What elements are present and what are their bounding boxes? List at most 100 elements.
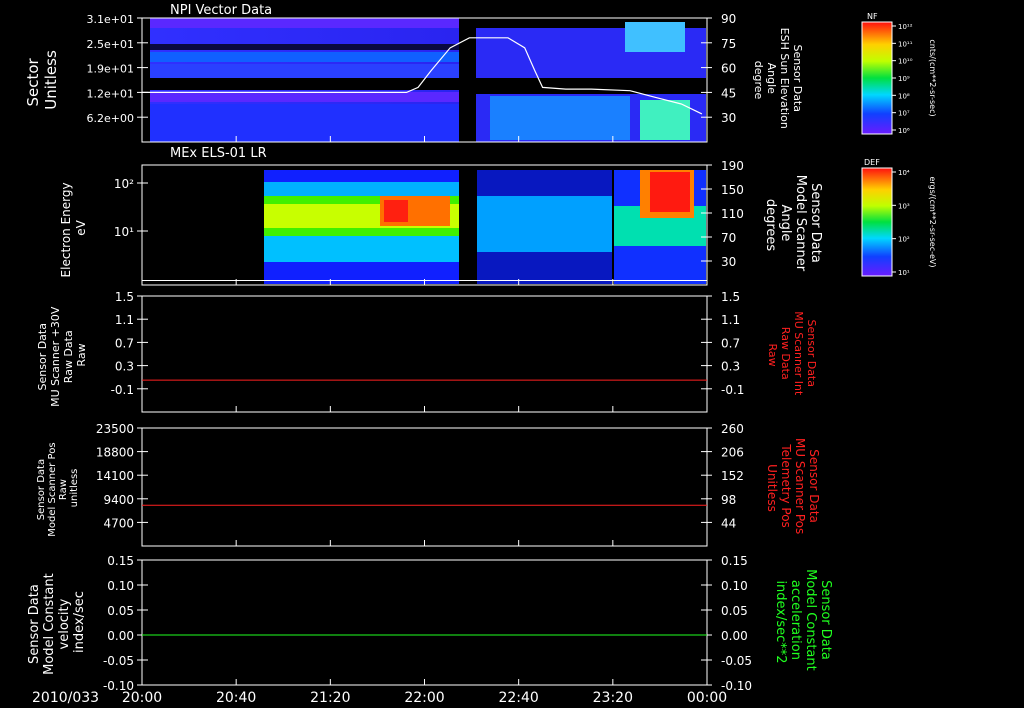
npi-band-mid — [150, 52, 459, 62]
mu-int-y2-tick-label: -0.1 — [721, 383, 744, 397]
npi-green-spot — [640, 100, 690, 140]
npi-spectrogram — [150, 18, 706, 142]
npi-colorbar-ticks: 10¹² 10¹¹ 10¹⁰ 10⁹ 10⁸ 10⁷ 10⁶ — [892, 23, 913, 135]
npi-dark-band — [150, 44, 459, 50]
npi-y-tick-label: 1.9e+01 — [87, 63, 134, 76]
els-ylabel-2: eV — [74, 219, 88, 235]
mu-int-y2-tick-label: 1.5 — [721, 290, 740, 304]
svg-text:Sensor Data ESH Sun Elev: Sensor Data ESH Sun Elevation Angle degr… — [752, 28, 804, 133]
mu-int-y2label-1: Sensor Data — [805, 320, 818, 387]
velocity-ylabel-4: index/sec — [72, 591, 87, 653]
scanner-pos-ylabel-2: Model Scanner Pos — [47, 442, 58, 536]
npi-y2-tick-label: 90 — [721, 12, 736, 26]
svg-text:Sensor Data MU Scanner +: Sensor Data MU Scanner +30V Raw Data Raw — [36, 303, 88, 407]
mu-int-y-tick-label: 1.5 — [115, 290, 134, 304]
scanner-pos-y2label-4: Unitless — [765, 464, 779, 512]
els-ylabel-1: Electron Energy — [59, 182, 73, 277]
els-y2label-3: Angle — [778, 204, 793, 241]
npi-gap — [150, 78, 459, 90]
npi-y-tick-label: 3.1e+01 — [87, 13, 134, 26]
npi-colorbar: NF 10¹² 10¹¹ 10¹⁰ 10⁹ 10⁸ 10⁷ 10⁶ cnts/(cm**2-… — [861, 12, 937, 135]
npi-band-bottom — [150, 104, 459, 142]
mu-int-ylabel-2: MU Scanner +30V — [49, 306, 62, 407]
time-tick-label: 21:20 — [310, 690, 350, 706]
npi-y2-ticks: 90 75 60 45 30 — [701, 12, 736, 125]
npi-y2label-3: Angle — [765, 63, 778, 95]
els-red-c — [650, 172, 690, 212]
els-y2-tick-label: 30 — [721, 255, 736, 269]
mu-int-ylabel-3: Raw Data — [62, 330, 75, 383]
scanner-pos-ylabel-1: Sensor Data — [36, 459, 47, 520]
els-panel: MEx ELS-01 LR 10² 10¹ 190 150 110 70 30 Elect… — [59, 146, 823, 286]
npi-colorbar-tick-label: 10⁷ — [898, 110, 910, 118]
els-cyan-b — [477, 196, 612, 252]
time-tick-label: 22:00 — [404, 690, 444, 706]
els-title: MEx ELS-01 LR — [170, 146, 267, 161]
scanner-pos-y-tick-label: 14100 — [96, 469, 134, 483]
time-tick-label: 23:20 — [593, 690, 633, 706]
npi-colorbar-gradient — [861, 21, 893, 135]
scanner-pos-ylabel-4: unitless — [69, 469, 80, 508]
els-cyan-lower — [264, 236, 459, 262]
els-colorbar-units: ergs/(cm**2-sr-sec-eV) — [928, 176, 937, 267]
npi-colorbar-tick-label: 10⁶ — [898, 127, 910, 135]
velocity-y2-tick-label: 0.05 — [721, 604, 748, 618]
els-y-ticks: 10² 10¹ — [114, 177, 148, 239]
els-cyan-a — [264, 182, 459, 198]
els-colorbar-tick-label: 10¹ — [898, 269, 910, 277]
scanner-pos-y-tick-label: 18800 — [96, 446, 134, 460]
svg-text:Electron Energy eV: Electron Energy eV — [59, 179, 88, 278]
mu-int-y2-tick-label: 0.3 — [721, 360, 740, 374]
els-colorbar: DEF 10⁴ 10³ 10² 10¹ ergs/(cm**2-sr-sec-eV) — [861, 158, 937, 277]
mu-int-y-tick-label: -0.1 — [111, 383, 134, 397]
scanner-pos-y-tick-label: 4700 — [103, 516, 134, 530]
mu-int-y2-tick-label: 0.7 — [721, 336, 740, 350]
els-y2label-4: degrees — [763, 199, 778, 252]
scanner-pos-y2label-1: Sensor Data — [807, 449, 821, 523]
els-y2-tick-label: 110 — [721, 207, 744, 221]
velocity-y2label-3: acceleration — [788, 580, 803, 660]
scanner-pos-y2-tick-label: 98 — [721, 493, 736, 507]
scanner-pos-y2label-3: Telemetry Pos — [779, 443, 793, 527]
mu-int-ylabel-4: Raw — [75, 343, 88, 366]
npi-y-tick-label: 1.2e+01 — [87, 87, 134, 100]
svg-text:Sensor Data MU Scanner P: Sensor Data MU Scanner Pos Telemetry Pos… — [765, 438, 821, 538]
npi-y2label-1: Sensor Data — [791, 45, 804, 112]
npi-y2label-4: degree — [752, 61, 765, 100]
scanner-pos-ylabel-3: Raw — [58, 479, 69, 500]
velocity-y2-ticks: 0.150.100.050.00-0.05-0.10 — [701, 554, 752, 693]
time-tick-label: 20:40 — [216, 690, 256, 706]
velocity-y-tick-label: 0.00 — [107, 629, 134, 643]
velocity-y-tick-label: 0.10 — [107, 579, 134, 593]
scanner-pos-y2label-2: MU Scanner Pos — [793, 438, 807, 534]
npi-band-lower — [150, 92, 459, 102]
npi-colorbar-tick-label: 10⁹ — [898, 75, 910, 83]
els-colorbar-ticks: 10⁴ 10³ 10² 10¹ — [892, 169, 910, 277]
scanner-pos-y2-tick-label: 152 — [721, 469, 744, 483]
mu-int-y2-ticks: 1.5 1.1 0.7 0.3 -0.1 — [701, 290, 744, 397]
scanner-pos-panel: 23500 18800 14100 9400 4700 260 206 152 98 44 Se… — [36, 422, 821, 547]
mu-int-y2label-3: Raw Data — [779, 327, 792, 380]
npi-ylabel-2: Unitless — [42, 50, 60, 110]
velocity-panel: 0.150.100.050.00-0.05-0.10 0.15 0.10 0.05 0… — [27, 554, 833, 693]
velocity-y2label-1: Sensor Data — [818, 580, 833, 660]
velocity-ylabel-1: Sensor Data — [27, 584, 42, 664]
scanner-pos-y2-tick-label: 260 — [721, 422, 744, 436]
mu-int-y2label-2: MU Scanner Int — [792, 311, 805, 396]
time-axis-date: 2010/033 — [32, 690, 99, 706]
els-y-tick-label: 10² — [114, 177, 134, 191]
els-colorbar-tick-label: 10⁴ — [898, 169, 910, 177]
chart-canvas: NPI Vector Data 3.1e+01 2.5e+01 1.9e+01 1.2… — [24, 3, 937, 706]
els-y2-tick-label: 190 — [721, 159, 744, 173]
velocity-y-tick-label: 0.15 — [107, 554, 134, 568]
scanner-pos-frame — [141, 427, 708, 547]
npi-gap-b — [476, 78, 706, 94]
svg-text:Sensor Data MU Scanner I: Sensor Data MU Scanner Int Raw Data Raw — [766, 311, 818, 399]
npi-cyan-region — [490, 96, 630, 140]
velocity-y-tick-label: -0.05 — [103, 654, 134, 668]
svg-text:Sensor Data Model Scanne: Sensor Data Model Scanner Pos Raw unitle… — [36, 439, 80, 536]
velocity-ylabel-2: Model Constant — [42, 573, 57, 675]
els-y2label-2: Model Scanner — [793, 175, 808, 272]
els-y-tick-label: 10¹ — [114, 225, 134, 239]
velocity-y-ticks: 0.150.100.050.00-0.05-0.10 — [103, 554, 148, 693]
